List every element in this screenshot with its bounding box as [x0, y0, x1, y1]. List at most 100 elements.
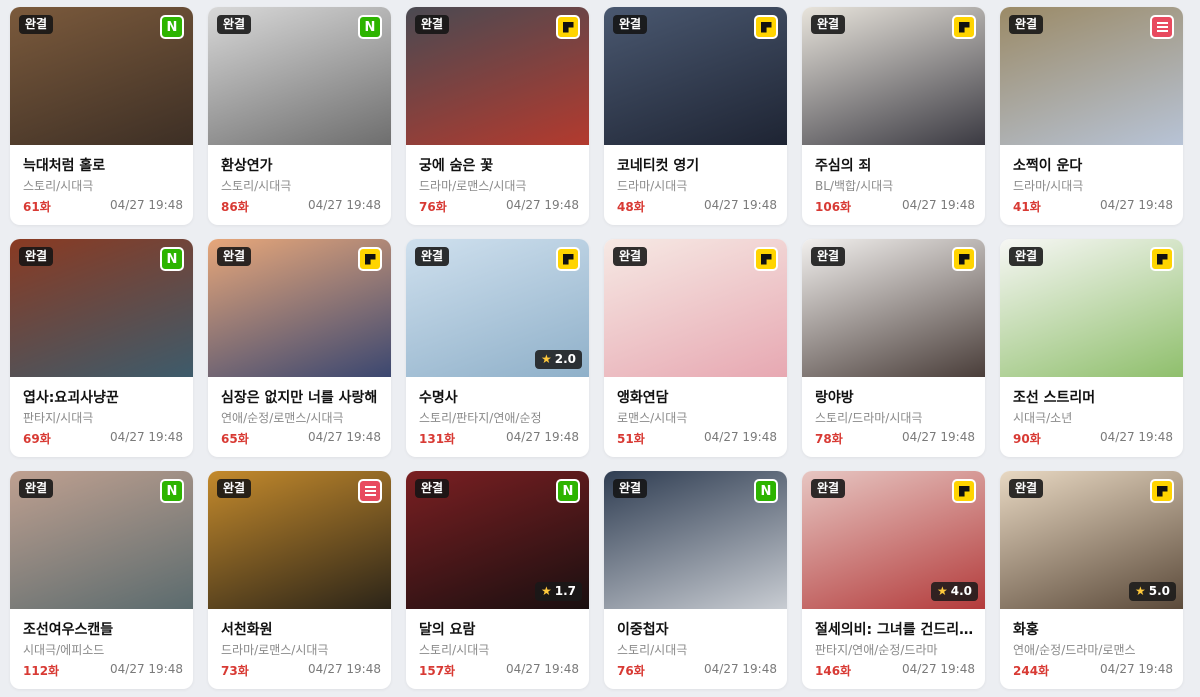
thumbnail[interactable]: 완결 [1000, 239, 1183, 377]
naver-platform-icon: N [358, 15, 382, 39]
completed-badge: 완결 [19, 15, 54, 34]
genre-text: 드라마/시대극 [1013, 179, 1084, 193]
webtoon-card[interactable]: 완결 N 엽사:요괴사냥꾼 판타지/시대극 69화 04/27 19:48 [10, 239, 193, 457]
episode-count: 51화 [617, 432, 645, 446]
webtoon-title[interactable]: 심장은 없지만 너를 사랑해 [221, 387, 381, 407]
thumbnail[interactable]: 완결 ★ 2.0 [406, 239, 589, 377]
thumbnail[interactable]: 완결 N [208, 7, 391, 145]
kakao-platform-icon [754, 15, 778, 39]
thumbnail[interactable]: 완결 ★ 5.0 [1000, 471, 1183, 609]
thumbnail[interactable]: 완결 [604, 7, 787, 145]
webtoon-title[interactable]: 조선여우스캔들 [23, 619, 183, 639]
webtoon-card[interactable]: 완결 소쩍이 운다 드라마/시대극 41화 04/27 19:48 [1000, 7, 1183, 225]
webtoon-title[interactable]: 화홍 [1013, 619, 1173, 639]
rating-badge: ★ 4.0 [930, 582, 978, 601]
star-icon: ★ [1134, 584, 1146, 598]
episode-count: 41화 [1013, 200, 1041, 214]
update-date: 04/27 19:48 [506, 430, 579, 444]
webtoon-title[interactable]: 절세의비: 그녀를 건드리지 마 [815, 619, 975, 639]
webtoon-card[interactable]: 완결 서천화원 드라마/로맨스/시대극 73화 04/27 19:48 [208, 471, 391, 689]
naver-platform-icon: N [160, 15, 184, 39]
webtoon-title[interactable]: 환상연가 [221, 155, 381, 175]
naver-logo-label: N [562, 483, 574, 499]
thumbnail[interactable]: 완결 N ★ 1.7 [406, 471, 589, 609]
webtoon-title[interactable]: 조선 스트리머 [1013, 387, 1173, 407]
webtoon-card[interactable]: 완결 심장은 없지만 너를 사랑해 연애/순정/로맨스/시대극 65화 04/2… [208, 239, 391, 457]
completed-badge: 완결 [19, 479, 54, 498]
genre-text: 스토리/시대극 [419, 643, 490, 657]
thumbnail[interactable]: 완결 ★ 4.0 [802, 471, 985, 609]
kakao-platform-icon [358, 247, 382, 271]
webtoon-title[interactable]: 엽사:요괴사냥꾼 [23, 387, 183, 407]
update-date: 04/27 19:48 [506, 198, 579, 212]
update-date: 04/27 19:48 [1100, 662, 1173, 676]
completed-badge: 완결 [415, 247, 450, 266]
ridi-platform-icon [358, 479, 382, 503]
webtoon-title[interactable]: 달의 요람 [419, 619, 579, 639]
webtoon-card[interactable]: 완결 조선 스트리머 시대극/소년 90화 04/27 19:48 [1000, 239, 1183, 457]
episode-count: 86화 [221, 200, 249, 214]
completed-badge: 완결 [613, 247, 648, 266]
thumbnail[interactable]: 완결 [604, 239, 787, 377]
thumbnail[interactable]: 완결 N [10, 7, 193, 145]
webtoon-title[interactable]: 늑대처럼 홀로 [23, 155, 183, 175]
webtoon-card[interactable]: 완결 ★ 4.0 절세의비: 그녀를 건드리지 마 판타지/연애/순정/드라마 1… [802, 471, 985, 689]
webtoon-card[interactable]: 완결 ★ 2.0 수명사 스토리/판타지/연애/순정 131화 04/27 19:… [406, 239, 589, 457]
webtoon-title[interactable]: 랑야방 [815, 387, 975, 407]
webtoon-card[interactable]: 완결 N 이중첩자 스토리/시대극 76화 04/27 19:48 [604, 471, 787, 689]
webtoon-title[interactable]: 소쩍이 운다 [1013, 155, 1173, 175]
completed-badge: 완결 [613, 479, 648, 498]
update-date: 04/27 19:48 [308, 430, 381, 444]
genre-text: 드라마/로맨스/시대극 [419, 179, 527, 193]
webtoon-title[interactable]: 코네티컷 영기 [617, 155, 777, 175]
webtoon-card[interactable]: 완결 코네티컷 영기 드라마/시대극 48화 04/27 19:48 [604, 7, 787, 225]
webtoon-card[interactable]: 완결 N ★ 1.7 달의 요람 스토리/시대극 157화 04/27 19:48 [406, 471, 589, 689]
thumbnail[interactable]: 완결 N [10, 471, 193, 609]
kakao-platform-icon [1150, 479, 1174, 503]
webtoon-card[interactable]: 완결 주심의 죄 BL/백합/시대극 106화 04/27 19:48 [802, 7, 985, 225]
update-date: 04/27 19:48 [506, 662, 579, 676]
thumbnail[interactable]: 완결 N [10, 239, 193, 377]
thumbnail[interactable]: 완결 [1000, 7, 1183, 145]
webtoon-title[interactable]: 궁에 숨은 꽃 [419, 155, 579, 175]
rating-value: 2.0 [554, 352, 576, 366]
kakao-platform-icon [952, 15, 976, 39]
genre-text: 시대극/소년 [1013, 411, 1073, 425]
thumbnail[interactable]: 완결 [208, 471, 391, 609]
naver-platform-icon: N [556, 479, 580, 503]
webtoon-card[interactable]: 완결 ★ 5.0 화홍 연애/순정/드라마/로맨스 244화 04/27 19:4… [1000, 471, 1183, 689]
kakao-platform-icon [754, 247, 778, 271]
kakao-page-shape [760, 253, 772, 265]
webtoon-card[interactable]: 완결 앵화연담 로맨스/시대극 51화 04/27 19:48 [604, 239, 787, 457]
webtoon-card[interactable]: 완결 N 조선여우스캔들 시대극/에피소드 112화 04/27 19:48 [10, 471, 193, 689]
completed-badge: 완결 [217, 247, 252, 266]
kakao-platform-icon [952, 479, 976, 503]
webtoon-card[interactable]: 완결 N 늑대처럼 홀로 스토리/시대극 61화 04/27 19:48 [10, 7, 193, 225]
webtoon-card[interactable]: 완결 N 환상연가 스토리/시대극 86화 04/27 19:48 [208, 7, 391, 225]
thumbnail[interactable]: 완결 [208, 239, 391, 377]
naver-logo-label: N [760, 483, 772, 499]
webtoon-card[interactable]: 완결 랑야방 스토리/드라마/시대극 78화 04/27 19:48 [802, 239, 985, 457]
thumbnail[interactable]: 완결 N [604, 471, 787, 609]
episode-count: 78화 [815, 432, 843, 446]
webtoon-title[interactable]: 서천화원 [221, 619, 381, 639]
webtoon-title[interactable]: 앵화연담 [617, 387, 777, 407]
episode-count: 90화 [1013, 432, 1041, 446]
genre-text: 드라마/시대극 [617, 179, 688, 193]
genre-text: 스토리/판타지/연애/순정 [419, 411, 542, 425]
thumbnail[interactable]: 완결 [802, 7, 985, 145]
webtoon-title[interactable]: 주심의 죄 [815, 155, 975, 175]
completed-badge: 완결 [1009, 15, 1044, 34]
webtoon-title[interactable]: 수명사 [419, 387, 579, 407]
kakao-page-shape [958, 485, 970, 497]
thumbnail[interactable]: 완결 [802, 239, 985, 377]
webtoon-title[interactable]: 이중첩자 [617, 619, 777, 639]
kakao-platform-icon [556, 247, 580, 271]
webtoon-card[interactable]: 완결 궁에 숨은 꽃 드라마/로맨스/시대극 76화 04/27 19:48 [406, 7, 589, 225]
thumbnail[interactable]: 완결 [406, 7, 589, 145]
update-date: 04/27 19:48 [704, 198, 777, 212]
completed-badge: 완결 [415, 15, 450, 34]
update-date: 04/27 19:48 [308, 662, 381, 676]
update-date: 04/27 19:48 [902, 198, 975, 212]
genre-text: 로맨스/시대극 [617, 411, 688, 425]
